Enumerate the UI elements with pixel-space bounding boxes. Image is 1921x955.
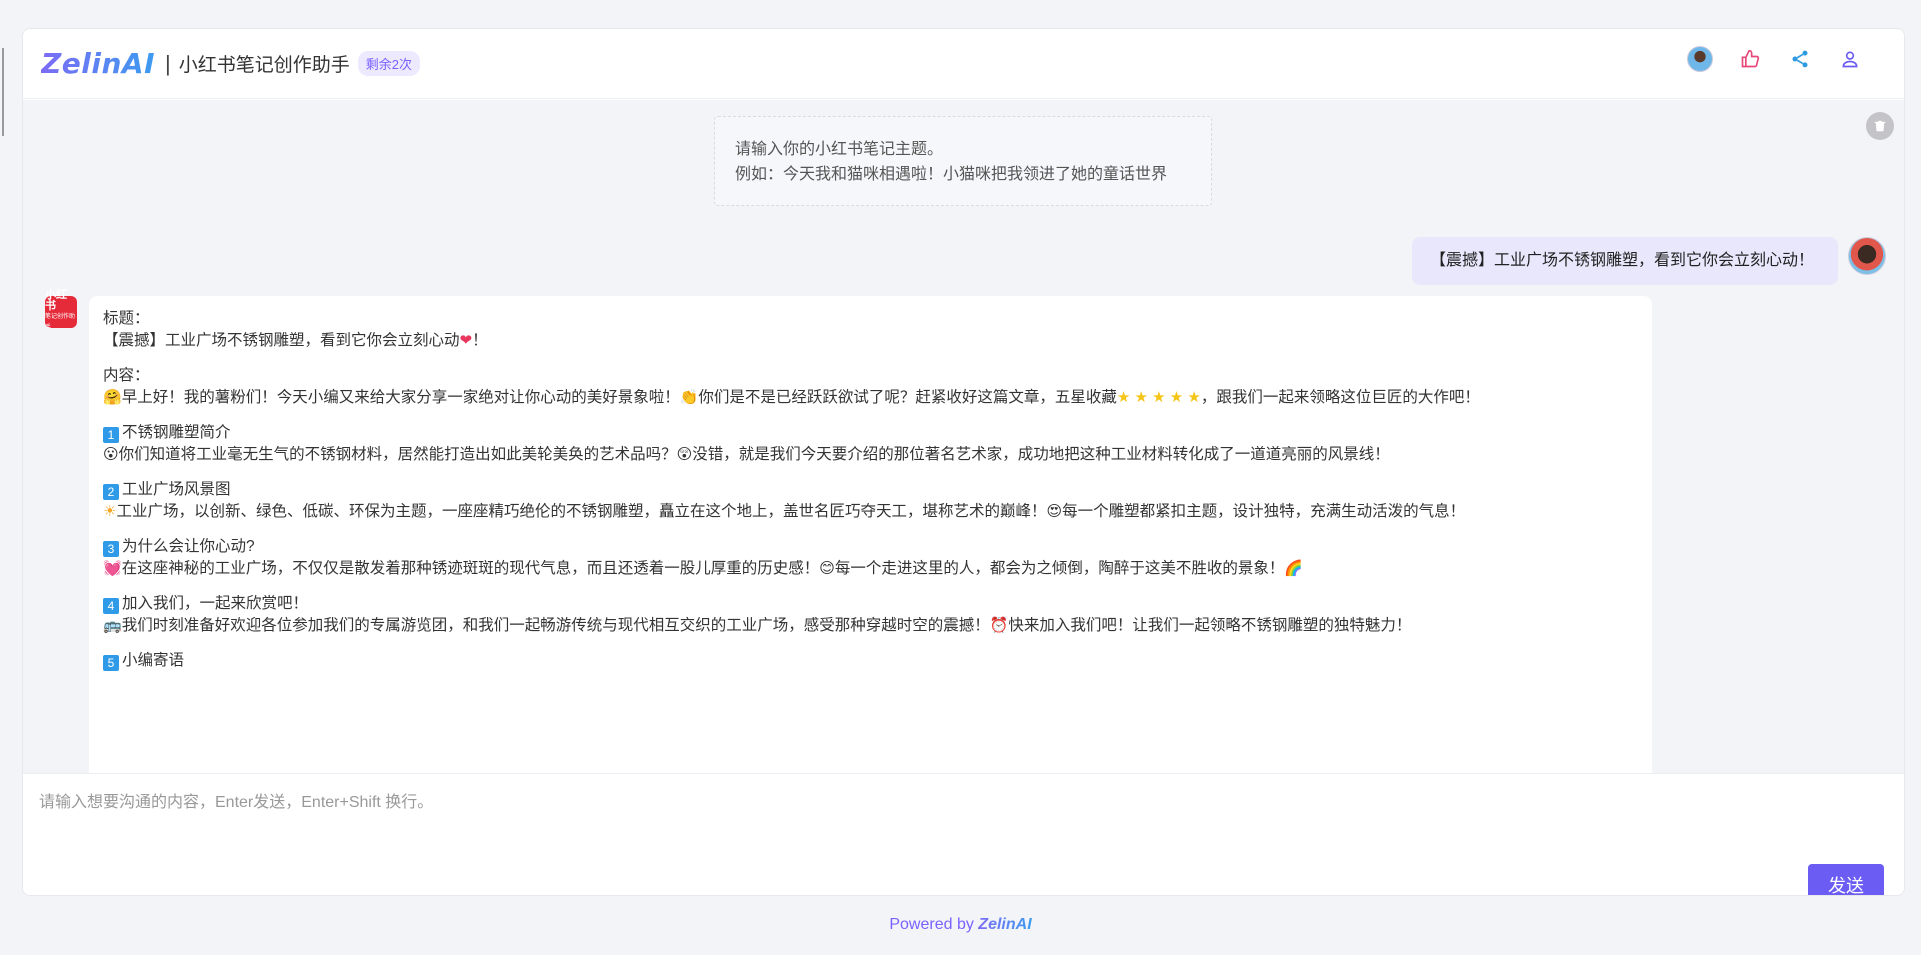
clap-icon: 👏 bbox=[679, 389, 699, 406]
account-icon[interactable] bbox=[1836, 45, 1864, 73]
send-button[interactable]: 发送 bbox=[1808, 864, 1884, 895]
surprised-icon: 😮 bbox=[103, 446, 119, 463]
header-actions bbox=[1686, 45, 1864, 73]
title-label: 标题： bbox=[103, 310, 150, 327]
bus-icon: 🚌 bbox=[103, 617, 122, 634]
bot-message: 标题： 【震撼】工业广场不锈钢雕塑，看到它你会立刻心动❤！ 内容： 🤗早上好！我… bbox=[89, 296, 1652, 773]
user-avatar bbox=[1848, 237, 1886, 275]
rainbow-icon: 🌈 bbox=[1284, 560, 1304, 577]
chat-area[interactable]: 请输入你的小红书笔记主题。 例如：今天我和猫咪相遇啦！小猫咪把我领进了她的童话世… bbox=[23, 100, 1904, 773]
topic-hint: 请输入你的小红书笔记主题。 例如：今天我和猫咪相遇啦！小猫咪把我领进了她的童话世… bbox=[714, 116, 1212, 206]
bot-message-row: 小红书 笔记创作助手 标题： 【震撼】工业广场不锈钢雕塑，看到它你会立刻心动❤！… bbox=[45, 290, 1652, 773]
section-text: 🚌我们时刻准备好欢迎各位参加我们的专属游览团，和我们一起畅游传统与现代相互交织的… bbox=[103, 615, 1638, 637]
share-icon[interactable] bbox=[1786, 45, 1814, 73]
avatar bbox=[1687, 46, 1713, 72]
bot-avatar-text: 小红书 bbox=[45, 289, 67, 312]
bot-avatar-subtext: 笔记创作助手 bbox=[45, 314, 76, 331]
hint-line-2: 例如：今天我和猫咪相遇啦！小猫咪把我领进了她的童话世界 bbox=[735, 166, 1168, 183]
app-window: ZelinAI | 小红书笔记创作助手 剩余2次 请输入你的小红书笔记主题。 例… bbox=[22, 28, 1905, 896]
trash-icon bbox=[1874, 120, 1886, 132]
user-avatar-button[interactable] bbox=[1686, 45, 1714, 73]
user-message-row: 【震撼】工业广场不锈钢雕塑，看到它你会立刻心动！ bbox=[1411, 237, 1886, 285]
section-heading: 3 为什么会让你心动? bbox=[103, 536, 1638, 558]
header: ZelinAI | 小红书笔记创作助手 剩余2次 bbox=[23, 29, 1904, 99]
footer: Powered by ZelinAI bbox=[0, 916, 1921, 934]
section-heading: 4 加入我们，一起来欣赏吧！ bbox=[103, 593, 1638, 615]
footer-prefix: Powered by bbox=[889, 916, 979, 933]
clear-chat-button[interactable] bbox=[1866, 112, 1894, 140]
user-message: 【震撼】工业广场不锈钢雕塑，看到它你会立刻心动！ bbox=[1411, 237, 1838, 285]
note-title: 【震撼】工业广场不锈钢雕塑，看到它你会立刻心动❤！ bbox=[103, 330, 1638, 352]
smile-icon: 🤗 bbox=[103, 389, 122, 406]
thumbs-up-icon[interactable] bbox=[1736, 45, 1764, 73]
star-eyes-icon: 😍 bbox=[1046, 503, 1063, 520]
section-text: 😮你们知道将工业毫无生气的不锈钢材料，居然能打造出如此美轮美奂的艺术品吗？😲没错… bbox=[103, 444, 1638, 466]
section-text: ☀工业广场，以创新、绿色、低碳、环保为主题，一座座精巧绝伦的不锈钢雕塑，矗立在这… bbox=[103, 501, 1638, 523]
content-label: 内容： bbox=[103, 367, 150, 384]
alarm-clock-icon: ⏰ bbox=[989, 617, 1009, 634]
heart-icon: ❤ bbox=[459, 332, 473, 349]
remaining-badge: 剩余2次 bbox=[357, 51, 420, 76]
section-text: 💓在这座神秘的工业广场，不仅仅是散发着那种锈迹斑斑的现代气息，而且还透着一股儿厚… bbox=[103, 558, 1638, 580]
logo: ZelinAI bbox=[41, 47, 156, 80]
left-edge-rule bbox=[2, 48, 4, 136]
bot-avatar: 小红书 笔记创作助手 bbox=[45, 290, 77, 331]
section-heading: 2 工业广场风景图 bbox=[103, 479, 1638, 501]
message-input[interactable] bbox=[39, 788, 1879, 838]
hint-line-1: 请输入你的小红书笔记主题。 bbox=[735, 141, 944, 158]
input-area: 发送 bbox=[23, 773, 1904, 895]
title-separator: | bbox=[165, 50, 171, 76]
intro-paragraph: 🤗早上好！我的薯粉们！今天小编又来给大家分享一家绝对让你心动的美好景象啦！👏你们… bbox=[103, 387, 1638, 409]
happy-icon: 😊 bbox=[819, 560, 835, 577]
section-heading: 1 不锈钢雕塑简介 bbox=[103, 422, 1638, 444]
heartbeat-icon: 💓 bbox=[103, 560, 122, 577]
stars-icon: ★ ★ ★ ★ ★ bbox=[1116, 389, 1201, 406]
page-title: 小红书笔记创作助手 bbox=[178, 55, 350, 76]
sun-icon: ☀ bbox=[103, 503, 117, 520]
section-heading: 5 小编寄语 bbox=[103, 650, 1638, 672]
footer-brand[interactable]: ZelinAI bbox=[978, 916, 1031, 933]
wow-icon: 😲 bbox=[676, 446, 693, 463]
